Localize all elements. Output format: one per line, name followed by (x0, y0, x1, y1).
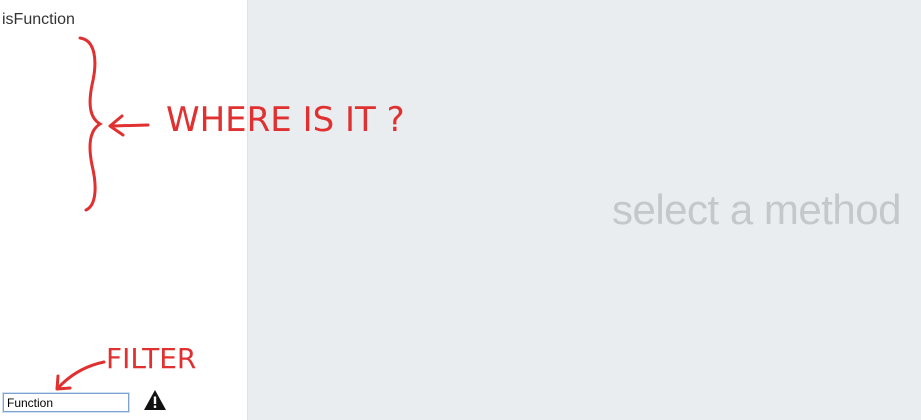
warning-triangle-icon (144, 390, 166, 410)
method-detail-panel: select a method (248, 0, 921, 420)
empty-state-text: select a method (611, 186, 902, 233)
filter-input[interactable] (2, 392, 130, 413)
method-sidebar: isFunction (0, 0, 248, 420)
method-item-isfunction[interactable]: isFunction (2, 11, 75, 29)
